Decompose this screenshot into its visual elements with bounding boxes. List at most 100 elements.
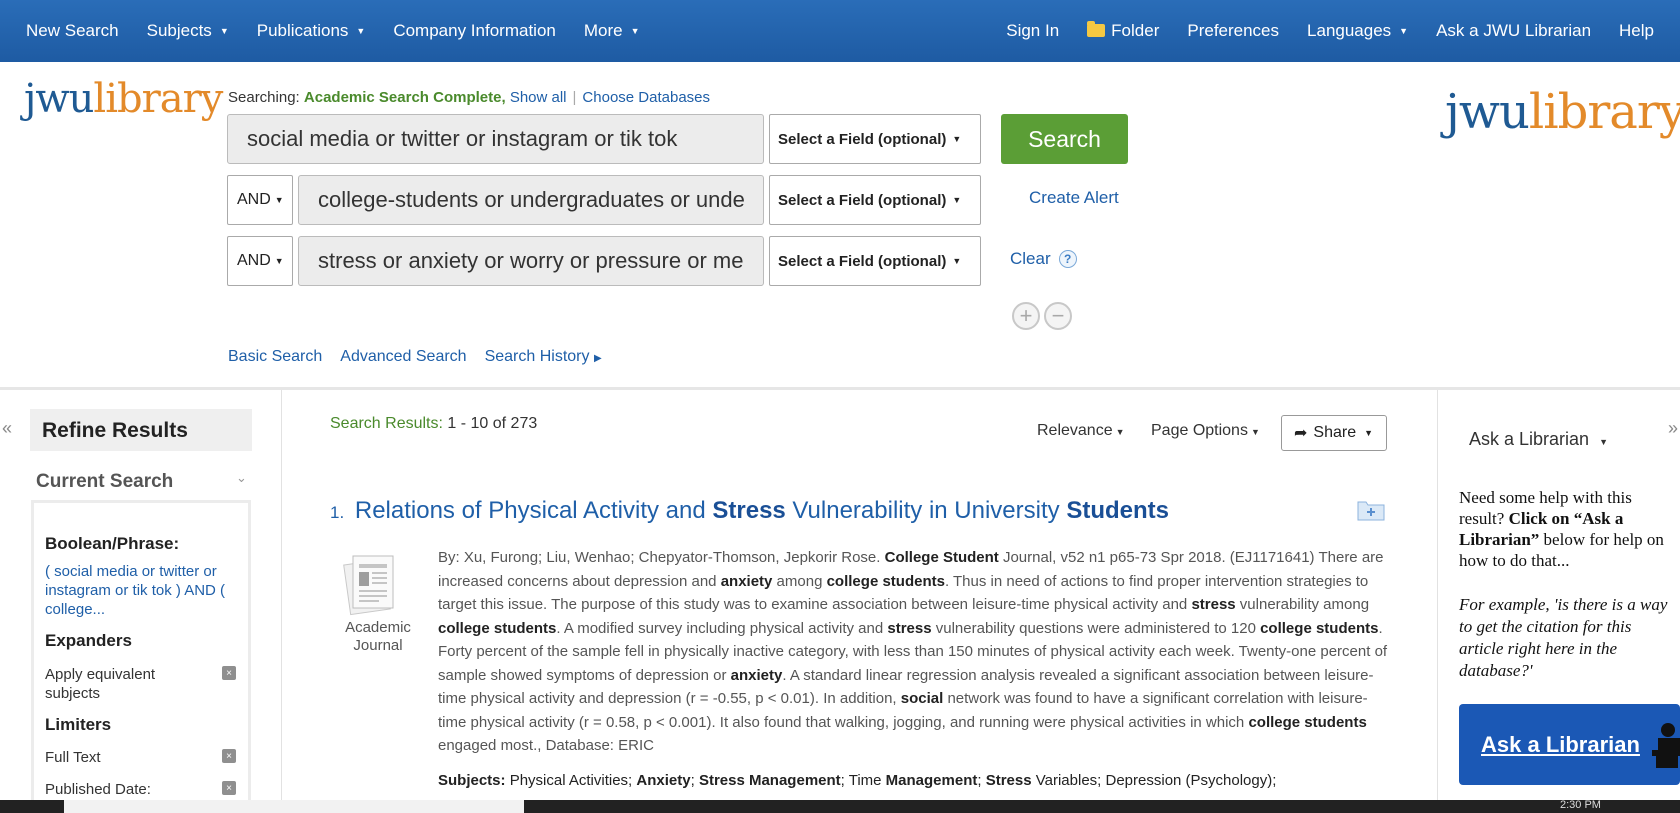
- field-select-1[interactable]: Select a Field (optional) ▼: [769, 114, 981, 164]
- nav-label: More: [583, 21, 623, 40]
- jwu-library-logo-right[interactable]: jwulibrary: [1445, 84, 1680, 140]
- add-to-folder-icon[interactable]: [1357, 497, 1385, 521]
- subject-text: ;: [690, 772, 699, 789]
- results-count: Search Results: 1 - 10 of 273: [330, 415, 537, 433]
- nav-publications[interactable]: Publications ▼: [243, 21, 380, 41]
- collapse-right-icon[interactable]: »: [1668, 418, 1678, 439]
- page-options-label: Page Options: [1151, 422, 1248, 439]
- chevron-down-icon[interactable]: ⌄: [236, 470, 247, 486]
- caret-down-icon: ▼: [1115, 427, 1125, 437]
- separator: |: [572, 89, 577, 106]
- logo-jwu: jwu: [1445, 84, 1530, 140]
- advanced-search-link[interactable]: Advanced Search: [340, 348, 466, 366]
- page-options-dropdown[interactable]: Page Options ▼: [1151, 422, 1260, 440]
- remove-row-icon[interactable]: −: [1044, 302, 1072, 330]
- sort-relevance-dropdown[interactable]: Relevance ▼: [1037, 422, 1125, 440]
- caret-down-icon: ▼: [952, 256, 962, 266]
- search-history-link[interactable]: Search History ▶: [485, 348, 602, 366]
- jwu-library-logo[interactable]: jwulibrary: [24, 76, 223, 122]
- nav-folder[interactable]: Folder: [1073, 20, 1173, 41]
- abstract-highlight: stress: [1191, 596, 1236, 613]
- refine-results-heading: Refine Results: [30, 409, 252, 451]
- create-alert-link[interactable]: Create Alert: [1029, 188, 1119, 208]
- nav-sign-in[interactable]: Sign In: [992, 21, 1073, 41]
- share-label: Share: [1313, 424, 1357, 441]
- searching-databases: Searching: Academic Search Complete, Sho…: [228, 89, 710, 106]
- journal-highlight: College Student: [884, 549, 999, 566]
- add-row-icon[interactable]: +: [1012, 302, 1040, 330]
- operator-label: AND: [237, 191, 271, 208]
- subject-highlight: Anxiety: [636, 772, 691, 789]
- nav-label: Folder: [1111, 21, 1160, 40]
- basic-search-link[interactable]: Basic Search: [228, 348, 322, 366]
- nav-languages[interactable]: Languages ▼: [1293, 21, 1422, 41]
- academic-journal-icon[interactable]: [341, 552, 405, 618]
- search-query-input-3[interactable]: stress or anxiety or worry or pressure o…: [298, 236, 764, 286]
- sort-label: Relevance: [1037, 422, 1113, 439]
- caret-down-icon: ▼: [1364, 428, 1374, 438]
- search-row-1: social media or twitter or instagram or …: [227, 114, 764, 164]
- field-select-2[interactable]: Select a Field (optional) ▼: [769, 175, 981, 225]
- caret-down-icon: ▼: [274, 195, 284, 205]
- result-title[interactable]: 1. Relations of Physical Activity and St…: [330, 497, 1169, 525]
- nav-label: Company Information: [393, 21, 556, 40]
- person-icon: [1652, 723, 1680, 768]
- abstract-highlight: stress: [887, 619, 932, 637]
- help-icon[interactable]: ?: [1058, 250, 1077, 268]
- share-icon: ➦: [1294, 425, 1308, 442]
- logo-jwu: jwu: [24, 76, 94, 122]
- subject-text: ; Time: [840, 772, 886, 789]
- boolean-phrase-link[interactable]: ( social media or twitter or instagram o…: [45, 562, 240, 619]
- collapse-left-icon[interactable]: «: [2, 418, 12, 439]
- boolean-operator-select-2[interactable]: AND ▼: [227, 175, 293, 225]
- search-row-2: AND ▼ college-students or undergraduates …: [227, 175, 764, 225]
- ask-dropdown-label: Ask a Librarian: [1469, 429, 1590, 449]
- current-search-heading[interactable]: Current Search: [36, 471, 173, 493]
- nav-subjects[interactable]: Subjects ▼: [133, 21, 243, 41]
- nav-help[interactable]: Help: [1605, 21, 1668, 41]
- result-subjects: Subjects: Physical Activities; Anxiety ; …: [438, 772, 1390, 789]
- share-button[interactable]: ➦ Share ▼: [1281, 415, 1387, 451]
- header-divider: [0, 387, 1680, 390]
- remove-limiter-icon[interactable]: ×: [222, 781, 236, 795]
- taskbar-search[interactable]: [64, 800, 524, 813]
- folder-icon: [1087, 20, 1106, 37]
- nav-company-information[interactable]: Company Information: [379, 21, 570, 41]
- boolean-operator-select-3[interactable]: AND ▼: [227, 236, 293, 286]
- nav-label: Languages: [1307, 21, 1392, 40]
- ask-librarian-button[interactable]: Ask a Librarian: [1459, 704, 1680, 785]
- title-text: Vulnerability in University: [785, 497, 1067, 524]
- publication-type: Academic Journal: [345, 619, 411, 654]
- remove-limiter-icon[interactable]: ×: [222, 749, 236, 763]
- abstract-highlight: college students: [826, 572, 945, 590]
- logo-library: library: [93, 76, 223, 122]
- nav-ask-librarian[interactable]: Ask a JWU Librarian: [1422, 21, 1605, 41]
- ask-librarian-dropdown[interactable]: Ask a Librarian ▼: [1469, 429, 1608, 450]
- search-query-input-1[interactable]: social media or twitter or instagram or …: [227, 114, 764, 164]
- abstract-highlight: college students: [1260, 619, 1379, 637]
- os-taskbar: 2:30 PM: [0, 800, 1680, 813]
- nav-more[interactable]: More ▼: [570, 21, 654, 41]
- search-query-input-2[interactable]: college-students or undergraduates or un…: [298, 175, 764, 225]
- clear-group: Clear ?: [1010, 249, 1077, 269]
- database-name: Academic Search Complete,: [303, 89, 506, 106]
- limiter-item-full-text: Full Text: [45, 749, 101, 766]
- nav-new-search[interactable]: New Search: [0, 21, 133, 41]
- caret-down-icon: ▼: [952, 134, 962, 144]
- clear-link[interactable]: Clear: [1010, 249, 1051, 269]
- limiters-heading: Limiters: [45, 715, 112, 734]
- search-button[interactable]: Search: [1001, 114, 1128, 164]
- abstract-highlight: college students: [438, 619, 557, 637]
- nav-preferences[interactable]: Preferences: [1173, 21, 1293, 41]
- choose-databases-link[interactable]: Choose Databases: [582, 89, 710, 106]
- nav-label: Subjects: [146, 21, 212, 40]
- field-label: Select a Field (optional): [778, 130, 947, 148]
- caret-down-icon: ▼: [952, 195, 962, 205]
- title-highlight: Students: [1066, 497, 1169, 524]
- results-range: 1 - 10 of 273: [447, 415, 538, 432]
- show-all-link[interactable]: Show all: [510, 89, 567, 106]
- remove-expander-icon[interactable]: ×: [222, 666, 236, 680]
- abstract-text: . A modified survey including physical a…: [556, 619, 888, 637]
- help-text: Need some help with this result? Click o…: [1459, 487, 1671, 571]
- field-select-3[interactable]: Select a Field (optional) ▼: [769, 236, 981, 286]
